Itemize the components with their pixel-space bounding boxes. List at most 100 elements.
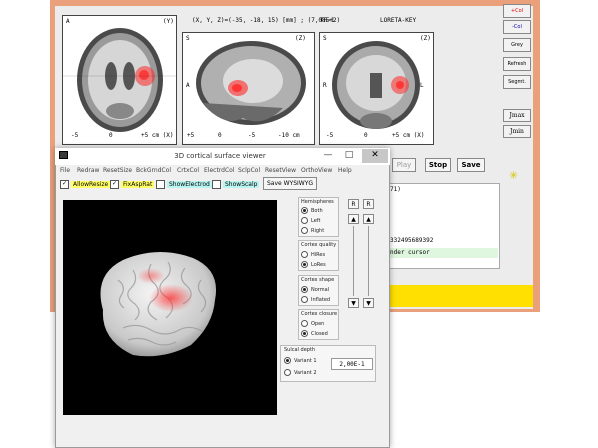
tf-label: TF=1 <box>320 17 335 24</box>
refresh-button[interactable]: Refresh <box>503 57 531 71</box>
save-wysiwyg-button[interactable]: Save WYSIWYG <box>263 177 317 190</box>
radio-variant-1[interactable]: Variant 1 <box>284 357 317 364</box>
cortex-3d-canvas[interactable] <box>63 200 277 415</box>
radio-dot <box>284 369 291 376</box>
cor-r-label: R <box>323 82 327 89</box>
radio-open[interactable]: Open <box>301 320 324 327</box>
sag-scale-1: +5 <box>187 132 195 139</box>
slider-track-2[interactable] <box>368 226 369 296</box>
radio-left-label: Left <box>311 218 321 224</box>
cortex-shape-title: Cortex shape <box>301 277 335 283</box>
sulcal-depth-value[interactable]: 2,00E-1 <box>331 358 373 370</box>
sagittal-slice-panel[interactable]: S A (Z) +5 0 -5 -10 cm <box>182 32 315 145</box>
menu-resetsize[interactable]: ResetSize <box>103 167 132 174</box>
up-arrow-icon[interactable]: ▲ <box>348 214 359 224</box>
axial-scale-1: -5 <box>71 132 79 139</box>
menu-crtxcol[interactable]: CrtxCol <box>177 167 199 174</box>
play-button[interactable]: Play <box>392 158 416 172</box>
down-arrow-icon[interactable]: ▼ <box>348 298 359 308</box>
radio-right-label: Right <box>311 228 325 234</box>
menu-file[interactable]: File <box>60 167 70 174</box>
sulcal-depth-title: Sulcal depth <box>284 347 316 353</box>
checkbox-box: ✓ <box>110 180 119 189</box>
save-button[interactable]: Save <box>457 158 485 172</box>
checkbox-box <box>156 180 165 189</box>
axial-scale-3: +5 cm (X) <box>141 132 174 139</box>
coronal-brain-image <box>332 41 420 129</box>
checkbox-box <box>212 180 221 189</box>
sag-a-label: A <box>186 82 190 89</box>
fixasprat-label: FixAspRat <box>121 181 155 188</box>
radio-dot <box>301 296 308 303</box>
radio-dot <box>284 357 291 364</box>
menu-redraw[interactable]: Redraw <box>77 167 99 174</box>
rotate-r-button-2[interactable]: R <box>363 199 374 209</box>
radio-right[interactable]: Right <box>301 227 324 234</box>
hemispheres-title: Hemispheres <box>301 199 334 205</box>
menu-help[interactable]: Help <box>338 167 352 174</box>
stop-button[interactable]: Stop <box>425 158 451 172</box>
radio-left[interactable]: Left <box>301 217 320 224</box>
radio-closed[interactable]: Closed <box>301 330 328 337</box>
plus-col-button[interactable]: +Col <box>503 4 531 18</box>
radio-hires-label: HiRes <box>311 252 326 258</box>
menu-orthoview[interactable]: OrthoView <box>301 167 332 174</box>
app-icon <box>59 151 68 159</box>
sagittal-brain-image <box>196 41 306 125</box>
close-icon[interactable]: ✕ <box>362 149 388 163</box>
menu-bckgrndcol[interactable]: BckGrndCol <box>136 167 171 174</box>
showscalp-checkbox[interactable]: ShowScalp <box>212 180 260 190</box>
axial-y-label: (Y) <box>163 18 174 25</box>
menu-sclpcol[interactable]: SclpCol <box>238 167 260 174</box>
menu-resetview[interactable]: ResetView <box>265 167 296 174</box>
radio-both[interactable]: Both <box>301 207 323 214</box>
cor-scale-2: 0 <box>364 132 368 139</box>
output-line-2: 332495689392 <box>390 237 434 244</box>
down-arrow-icon[interactable]: ▼ <box>363 298 374 308</box>
showelectrod-checkbox[interactable]: ShowElectrod <box>156 180 212 190</box>
menu-electrdcol[interactable]: ElectrdCol <box>204 167 235 174</box>
axial-slice-panel[interactable]: (Y) A -5 0 +5 cm (X) <box>62 15 177 145</box>
jmax-button[interactable]: Jmax <box>503 109 531 122</box>
sag-z-label: (Z) <box>295 35 306 42</box>
showscalp-label: ShowScalp <box>223 181 260 188</box>
axial-a-label: A <box>66 18 70 25</box>
allowresize-checkbox[interactable]: ✓ AllowResize <box>60 180 111 190</box>
cor-l-label: L <box>420 82 424 89</box>
coronal-slice-panel[interactable]: S R L (Z) -5 0 +5 cm (X) <box>319 32 434 145</box>
radio-dot <box>301 320 308 327</box>
sag-scale-4: -10 cm <box>278 132 300 139</box>
radio-inflated[interactable]: Inflated <box>301 296 330 303</box>
sun-icon[interactable]: ✳ <box>509 169 518 182</box>
radio-normal[interactable]: Normal <box>301 286 329 293</box>
sag-scale-3: -5 <box>248 132 256 139</box>
axial-scale-2: 0 <box>109 132 113 139</box>
radio-both-label: Both <box>311 208 323 214</box>
minus-col-button[interactable]: -Col <box>503 20 531 34</box>
coordinate-readout: (X, Y, Z)=(-35, -18, 15) [mm] ; (7,08E+2… <box>192 17 341 24</box>
radio-lores[interactable]: LoRes <box>301 261 326 268</box>
loreta-key-label: LORETA-KEY <box>380 17 417 24</box>
slider-track-1[interactable] <box>353 226 354 296</box>
radio-variant-2[interactable]: Variant 2 <box>284 369 317 376</box>
cortex-surface-render <box>100 251 217 357</box>
radio-variant1-label: Variant 1 <box>294 358 317 364</box>
axial-brain-image <box>63 28 176 132</box>
radio-dot <box>301 330 308 337</box>
segmt-button[interactable]: Segmt. <box>503 75 531 89</box>
minimize-icon[interactable]: — <box>318 149 338 163</box>
sag-s-label: S <box>186 35 190 42</box>
checkbox-box: ✓ <box>60 180 69 189</box>
fixasprat-checkbox[interactable]: ✓ FixAspRat <box>110 180 155 190</box>
radio-dot <box>301 261 308 268</box>
grey-button[interactable]: Grey <box>503 38 531 52</box>
up-arrow-icon[interactable]: ▲ <box>363 214 374 224</box>
radio-dot <box>301 251 308 258</box>
radio-dot <box>301 286 308 293</box>
rotate-r-button-1[interactable]: R <box>348 199 359 209</box>
maximize-icon[interactable]: □ <box>339 149 359 163</box>
status-strip <box>384 285 533 307</box>
radio-hires[interactable]: HiRes <box>301 251 325 258</box>
jmin-button[interactable]: Jmin <box>503 125 531 138</box>
radio-inflated-label: Inflated <box>311 297 331 303</box>
